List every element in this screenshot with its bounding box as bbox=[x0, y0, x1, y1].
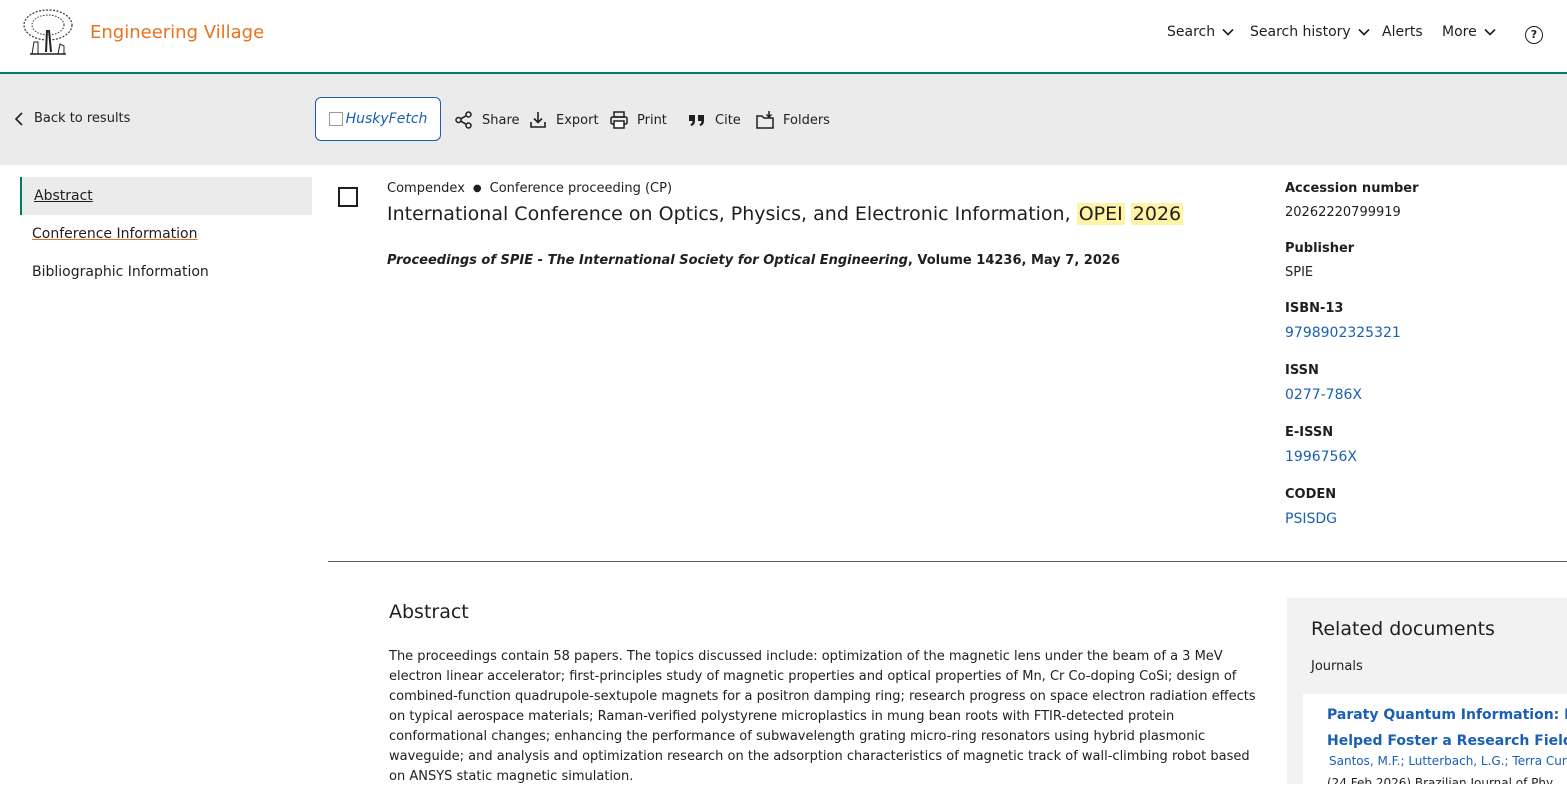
accession-number-value: 20262220799919 bbox=[1285, 205, 1401, 220]
download-icon bbox=[530, 112, 546, 128]
eissn-label: E-ISSN bbox=[1285, 425, 1334, 440]
title-highlight-year: 2026 bbox=[1130, 203, 1184, 225]
elsevier-tree-logo[interactable] bbox=[20, 8, 76, 58]
accession-number-label: Accession number bbox=[1285, 181, 1419, 196]
eissn-link[interactable]: 1996756X bbox=[1285, 449, 1357, 465]
broken-image-icon bbox=[328, 112, 343, 126]
isbn-link[interactable]: 9798902325321 bbox=[1285, 325, 1401, 341]
back-to-results-link[interactable]: Back to results bbox=[14, 111, 130, 126]
select-record-checkbox[interactable] bbox=[338, 187, 358, 207]
source-journal: Proceedings of SPIE - The International … bbox=[387, 253, 908, 268]
issn-label: ISSN bbox=[1285, 363, 1319, 378]
publisher-label: Publisher bbox=[1285, 241, 1355, 256]
chevron-down-icon bbox=[1484, 28, 1496, 36]
related-document-card: Paraty Quantum Information: H Helped Fos… bbox=[1303, 694, 1567, 784]
export-label: Export bbox=[556, 112, 599, 128]
nav-search-label: Search bbox=[1167, 24, 1216, 40]
doc-type-label: Conference proceeding (CP) bbox=[489, 181, 673, 196]
nav-search-history[interactable]: Search history bbox=[1250, 24, 1371, 40]
title-main: International Conference on Optics, Phys… bbox=[387, 203, 1071, 225]
back-label: Back to results bbox=[34, 111, 131, 126]
folder-add-icon bbox=[756, 111, 774, 129]
database-label: Compendex bbox=[387, 181, 465, 196]
related-documents-panel: Related documents Journals Paraty Quantu… bbox=[1287, 598, 1567, 784]
abstract-heading: Abstract bbox=[389, 601, 469, 623]
cite-label: Cite bbox=[715, 112, 741, 128]
record-source: Proceedings of SPIE - The International … bbox=[387, 253, 1120, 268]
help-icon[interactable]: ? bbox=[1525, 26, 1543, 44]
coden-link[interactable]: PSISDG bbox=[1285, 511, 1337, 527]
record-meta: Compendex ● Conference proceeding (CP) bbox=[387, 181, 672, 196]
related-documents-heading: Related documents bbox=[1311, 618, 1495, 640]
cite-button[interactable]: Cite bbox=[687, 110, 741, 130]
quote-icon bbox=[689, 115, 704, 126]
left-nav-abstract[interactable]: Abstract bbox=[20, 177, 312, 215]
left-nav-bibliographic-information[interactable]: Bibliographic Information bbox=[20, 253, 312, 291]
issn-link[interactable]: 0277-786X bbox=[1285, 387, 1362, 403]
related-document-authors[interactable]: Santos, M.F.; Lutterbach, L.G.; Terra Cu… bbox=[1329, 754, 1567, 768]
share-icon bbox=[455, 111, 472, 129]
related-title-line1: Paraty Quantum Information: H bbox=[1327, 707, 1567, 723]
share-button[interactable]: Share bbox=[454, 110, 520, 130]
nav-search[interactable]: Search bbox=[1167, 24, 1235, 40]
source-volume-date: , Volume 14236, May 7, 2026 bbox=[907, 253, 1120, 268]
print-button[interactable]: Print bbox=[609, 110, 667, 130]
folders-button[interactable]: Folders bbox=[755, 110, 830, 130]
huskyfetch-label: HuskyFetch bbox=[345, 111, 428, 127]
nav-more-label: More bbox=[1442, 24, 1477, 40]
nav-search-history-label: Search history bbox=[1250, 24, 1351, 40]
top-header: Engineering Village Search Search histor… bbox=[0, 0, 1567, 74]
nav-alerts-label: Alerts bbox=[1382, 24, 1423, 40]
folders-label: Folders bbox=[783, 112, 830, 128]
coden-label: CODEN bbox=[1285, 487, 1337, 502]
record-title: International Conference on Optics, Phys… bbox=[387, 203, 1184, 225]
chevron-down-icon bbox=[1222, 28, 1234, 36]
export-button[interactable]: Export bbox=[528, 110, 599, 130]
nav-alerts[interactable]: Alerts bbox=[1382, 24, 1423, 40]
title-highlight-acronym: OPEI bbox=[1076, 203, 1125, 225]
huskyfetch-button[interactable]: HuskyFetch bbox=[315, 97, 441, 141]
related-title-line2: Helped Foster a Research Field i bbox=[1327, 733, 1567, 749]
related-document-source: (24 Feb 2026) Brazilian Journal of Phy bbox=[1327, 776, 1554, 784]
section-divider bbox=[328, 561, 1567, 562]
printer-icon bbox=[610, 111, 628, 129]
abstract-text: The proceedings contain 58 papers. The t… bbox=[389, 649, 1256, 784]
brand-name[interactable]: Engineering Village bbox=[90, 22, 264, 43]
chevron-left-icon bbox=[14, 111, 23, 126]
left-nav-conference-information[interactable]: Conference Information bbox=[20, 215, 312, 253]
publisher-value: SPIE bbox=[1285, 265, 1314, 280]
related-document-title[interactable]: Paraty Quantum Information: H Helped Fos… bbox=[1327, 702, 1567, 754]
isbn-label: ISBN-13 bbox=[1285, 301, 1344, 316]
share-label: Share bbox=[482, 112, 520, 128]
chevron-down-icon bbox=[1358, 28, 1370, 36]
print-label: Print bbox=[637, 112, 667, 128]
related-category: Journals bbox=[1311, 659, 1363, 674]
separator-dot: ● bbox=[472, 183, 482, 194]
nav-more[interactable]: More bbox=[1442, 24, 1497, 40]
record-toolbar: Back to results HuskyFetch Share Export … bbox=[0, 74, 1567, 165]
